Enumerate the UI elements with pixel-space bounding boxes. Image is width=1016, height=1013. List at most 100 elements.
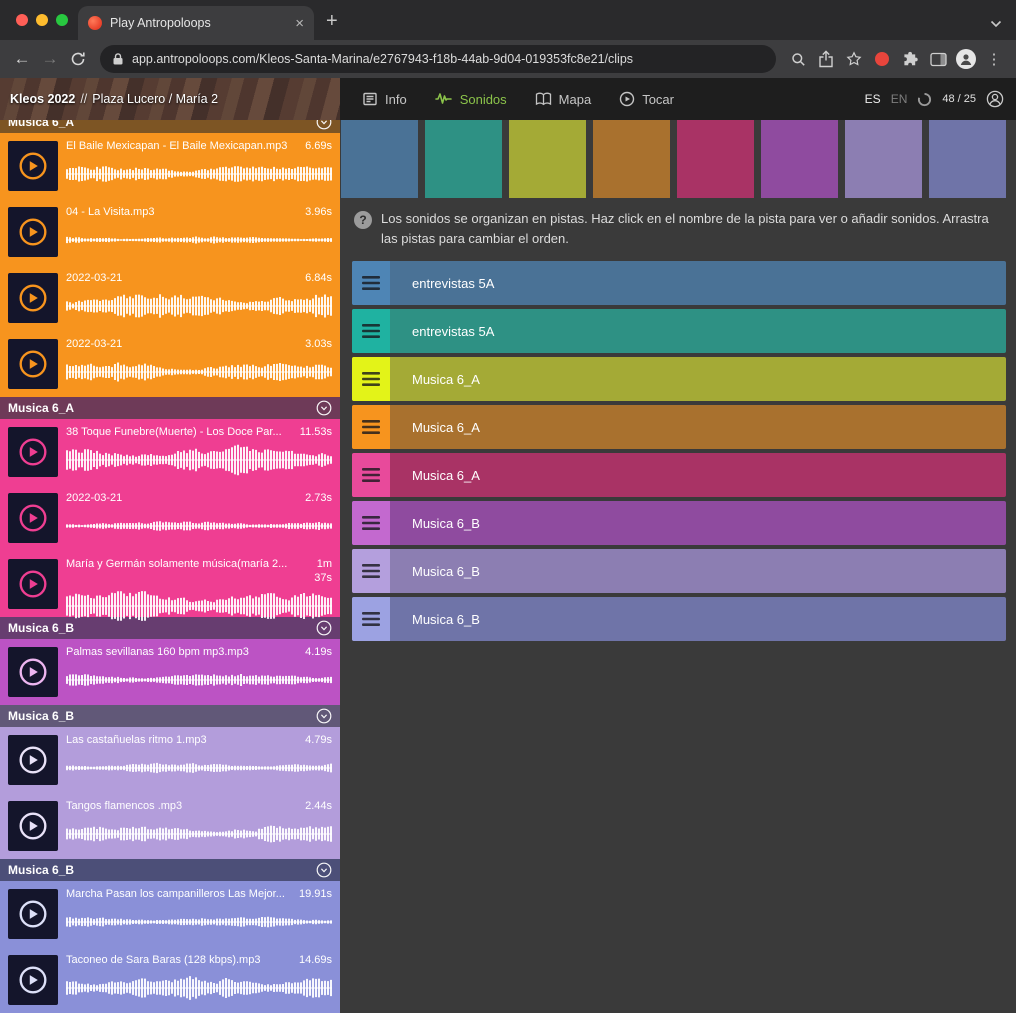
- track-row[interactable]: Musica 6_B: [352, 501, 1006, 545]
- lang-en[interactable]: EN: [891, 92, 908, 106]
- play-button[interactable]: [8, 735, 58, 785]
- zoom-icon[interactable]: [784, 45, 812, 73]
- clip[interactable]: 38 Toque Funebre(Muerte) - Los Doce Par.…: [0, 419, 340, 485]
- clip[interactable]: 2022-03-216.84s: [0, 265, 340, 331]
- track-row[interactable]: Musica 6_A: [352, 453, 1006, 497]
- nav-tocar[interactable]: Tocar: [619, 91, 674, 107]
- nav-sonidos[interactable]: Sonidos: [435, 91, 507, 107]
- track-row[interactable]: entrevistas 5A: [352, 309, 1006, 353]
- clip-grid: [340, 120, 1016, 198]
- clip-track-header[interactable]: Musica 6_A: [0, 397, 340, 419]
- clip-duration: 19.91s: [299, 888, 332, 902]
- play-button[interactable]: [8, 273, 58, 323]
- window-zoom-button[interactable]: [56, 14, 68, 26]
- clip-waveform: [66, 441, 332, 479]
- header-nav: Info Sonidos Mapa Tocar: [362, 91, 674, 107]
- clip-track-header[interactable]: Musica 6_A: [0, 120, 340, 133]
- side-panel-icon[interactable]: [924, 45, 952, 73]
- clip-title: El Baile Mexicapan - El Baile Mexicapan.…: [66, 140, 297, 154]
- play-button[interactable]: [8, 141, 58, 191]
- clip-cell[interactable]: [593, 120, 670, 198]
- nav-info[interactable]: Info: [362, 91, 407, 107]
- extension-record-icon[interactable]: [868, 45, 896, 73]
- play-button[interactable]: [8, 801, 58, 851]
- drag-handle-icon: [362, 372, 380, 386]
- browser-tab[interactable]: Play Antropoloops ×: [78, 6, 314, 40]
- tab-search-chevron-icon[interactable]: [990, 20, 1002, 28]
- info-icon: [362, 91, 378, 107]
- refresh-button[interactable]: [64, 45, 92, 73]
- back-button[interactable]: ←: [8, 45, 36, 73]
- bookmark-star-icon[interactable]: [840, 45, 868, 73]
- clip[interactable]: María y Germán solamente música(maría 2.…: [0, 551, 340, 617]
- clip-duration: 2.73s: [305, 492, 332, 506]
- clip[interactable]: El Baile Mexicapan - El Baile Mexicapan.…: [0, 133, 340, 199]
- track-row[interactable]: Musica 6_B: [352, 597, 1006, 641]
- address-bar: ← → app.antropoloops.com/Kleos-Santa-Mar…: [0, 40, 1016, 78]
- clip[interactable]: 2022-03-212.73s: [0, 485, 340, 551]
- track-drag-handle[interactable]: [352, 453, 390, 497]
- clip[interactable]: Marcha Pasan los campanilleros Las Mejor…: [0, 881, 340, 947]
- play-button[interactable]: [8, 889, 58, 939]
- window-minimize-button[interactable]: [36, 14, 48, 26]
- play-button[interactable]: [8, 559, 58, 609]
- clip-waveform: [66, 815, 332, 853]
- breadcrumb[interactable]: Kleos 2022 // Plaza Lucero / María 2: [0, 78, 340, 120]
- share-icon[interactable]: [812, 45, 840, 73]
- drag-handle-icon: [362, 324, 380, 338]
- clip-cell[interactable]: [425, 120, 502, 198]
- track-drag-handle[interactable]: [352, 405, 390, 449]
- track-drag-handle[interactable]: [352, 261, 390, 305]
- play-button[interactable]: [8, 955, 58, 1005]
- clip[interactable]: 2022-03-213.03s: [0, 331, 340, 397]
- lang-es[interactable]: ES: [865, 92, 881, 106]
- profile-avatar[interactable]: [952, 45, 980, 73]
- browser-menu-icon[interactable]: ⋮: [980, 45, 1008, 73]
- clip[interactable]: Palmas sevillanas 160 bpm mp3.mp34.19s: [0, 639, 340, 705]
- lock-icon[interactable]: [112, 52, 124, 66]
- forward-button[interactable]: →: [36, 45, 64, 73]
- play-button[interactable]: [8, 427, 58, 477]
- expand-track-icon[interactable]: [316, 400, 332, 416]
- clip[interactable]: Taconeo de Sara Baras (128 kbps).mp314.6…: [0, 947, 340, 1013]
- track-drag-handle[interactable]: [352, 549, 390, 593]
- url-field[interactable]: app.antropoloops.com/Kleos-Santa-Marina/…: [100, 45, 776, 73]
- nav-mapa[interactable]: Mapa: [535, 91, 592, 107]
- track-drag-handle[interactable]: [352, 357, 390, 401]
- window-close-button[interactable]: [16, 14, 28, 26]
- track-drag-handle[interactable]: [352, 501, 390, 545]
- track-list: entrevistas 5Aentrevistas 5AMusica 6_AMu…: [352, 261, 1006, 641]
- track-row[interactable]: Musica 6_A: [352, 405, 1006, 449]
- track-drag-handle[interactable]: [352, 597, 390, 641]
- clip-cell[interactable]: [845, 120, 922, 198]
- play-button[interactable]: [8, 339, 58, 389]
- extensions-puzzle-icon[interactable]: [896, 45, 924, 73]
- track-row[interactable]: entrevistas 5A: [352, 261, 1006, 305]
- clip[interactable]: Tangos flamencos .mp32.44s: [0, 793, 340, 859]
- new-tab-button[interactable]: +: [326, 11, 338, 31]
- play-icon: [18, 965, 48, 995]
- expand-track-icon[interactable]: [316, 862, 332, 878]
- play-icon: [18, 503, 48, 533]
- clip-cell[interactable]: [761, 120, 838, 198]
- track-row[interactable]: Musica 6_B: [352, 549, 1006, 593]
- clip[interactable]: Las castañuelas ritmo 1.mp34.79s: [0, 727, 340, 793]
- clip-cell[interactable]: [929, 120, 1006, 198]
- clip-duration: 11.53s: [300, 426, 332, 440]
- clip[interactable]: 04 - La Visita.mp33.96s: [0, 199, 340, 265]
- expand-track-icon[interactable]: [316, 708, 332, 724]
- track-row[interactable]: Musica 6_A: [352, 357, 1006, 401]
- account-icon[interactable]: [986, 90, 1004, 108]
- clip-cell[interactable]: [509, 120, 586, 198]
- play-button[interactable]: [8, 493, 58, 543]
- clip-track-header[interactable]: Musica 6_B: [0, 705, 340, 727]
- track-drag-handle[interactable]: [352, 309, 390, 353]
- clip-cell[interactable]: [677, 120, 754, 198]
- expand-track-icon[interactable]: [316, 120, 332, 130]
- tab-close-icon[interactable]: ×: [295, 16, 304, 31]
- clip-waveform: [66, 221, 332, 259]
- clip-cell[interactable]: [341, 120, 418, 198]
- play-button[interactable]: [8, 207, 58, 257]
- clip-track-header[interactable]: Musica 6_B: [0, 859, 340, 881]
- play-button[interactable]: [8, 647, 58, 697]
